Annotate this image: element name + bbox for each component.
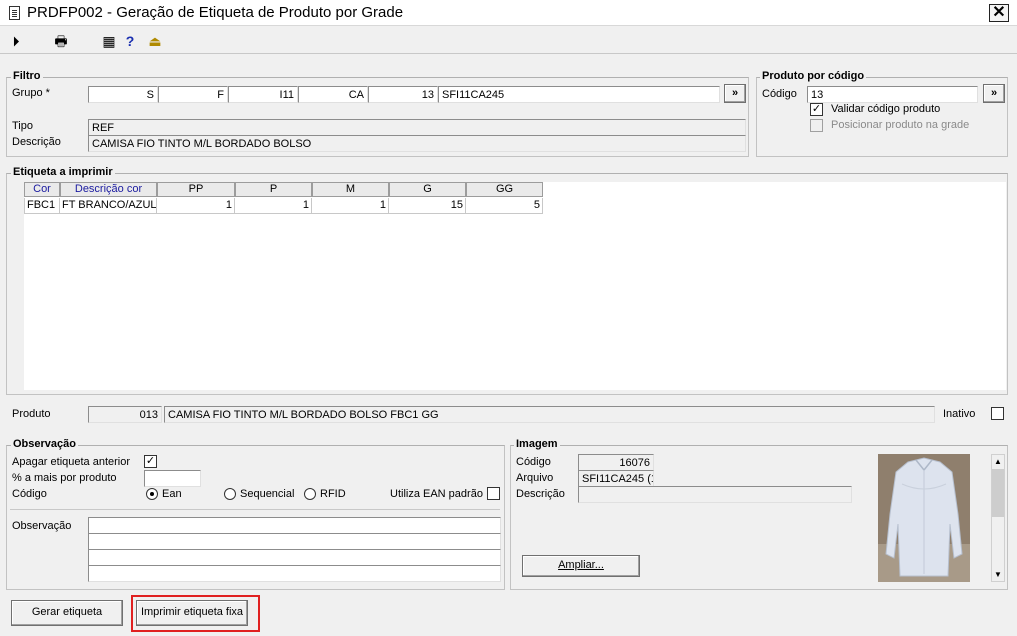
printer-icon[interactable]: 🖶 — [52, 32, 70, 50]
radio-ean-label: Ean — [162, 488, 182, 500]
codigo-lookup-button[interactable]: » — [983, 84, 1005, 103]
validar-checkbox[interactable]: ✓ — [810, 103, 823, 116]
grid-cell-descricao-cor[interactable]: FT BRANCO/AZUL — [60, 198, 157, 214]
exit-icon[interactable]: ⏵ — [7, 32, 25, 50]
produto-description-field: CAMISA FIO TINTO M/L BORDADO BOLSO FBC1 … — [164, 406, 935, 423]
scroll-up-icon[interactable]: ▲ — [992, 455, 1004, 468]
codigo-type-label: Código — [12, 488, 47, 500]
inativo-label: Inativo — [943, 408, 976, 420]
inativo-checkbox[interactable] — [991, 407, 1004, 420]
grid-header-descricao-cor[interactable]: Descrição cor — [60, 182, 157, 197]
posicionar-checkbox[interactable] — [810, 119, 823, 132]
grid-header-gg[interactable]: GG — [466, 182, 543, 197]
ean-padrao-label: Utiliza EAN padrão — [390, 488, 483, 500]
validar-label: Validar código produto — [831, 103, 941, 115]
product-image — [878, 454, 970, 582]
scroll-down-icon[interactable]: ▼ — [992, 568, 1004, 581]
radio-sequencial[interactable] — [224, 488, 236, 500]
shirt-illustration — [878, 454, 970, 582]
scroll-thumb[interactable] — [992, 469, 1004, 517]
img-descricao-field — [578, 486, 852, 503]
img-arquivo-label: Arquivo — [516, 472, 554, 484]
grid-header-p[interactable]: P — [235, 182, 312, 197]
img-descricao-label: Descrição — [516, 488, 565, 500]
grupo-field-2[interactable]: F — [158, 86, 228, 103]
obs-line-2[interactable] — [88, 533, 501, 550]
grid-header-m[interactable]: M — [312, 182, 389, 197]
window-title: PRDFP002 - Geração de Etiqueta de Produt… — [27, 4, 404, 21]
apagar-label: Apagar etiqueta anterior — [12, 456, 131, 468]
grupo-field-4[interactable]: CA — [298, 86, 368, 103]
observacao-title: Observação — [11, 438, 78, 450]
radio-rfid[interactable] — [304, 488, 316, 500]
descricao-label: Descrição — [12, 136, 61, 148]
filtro-title: Filtro — [11, 70, 43, 82]
grupo-field-3[interactable]: I11 — [228, 86, 298, 103]
ean-padrao-checkbox[interactable] — [487, 487, 500, 500]
grupo-field-1[interactable]: S — [88, 86, 158, 103]
grid-cell-g[interactable]: 15 — [389, 198, 466, 214]
ampliar-button[interactable]: Ampliar... — [522, 555, 640, 577]
descricao-field: CAMISA FIO TINTO M/L BORDADO BOLSO — [88, 135, 746, 152]
percent-input[interactable] — [144, 470, 201, 487]
grupo-lookup-button[interactable]: » — [724, 84, 746, 103]
grid-cell-m[interactable]: 1 — [312, 198, 389, 214]
grid-cell-pp[interactable]: 1 — [157, 198, 235, 214]
close-button[interactable]: ✕ — [989, 4, 1009, 22]
apagar-checkbox[interactable]: ✓ — [144, 455, 157, 468]
radio-ean[interactable] — [146, 488, 158, 500]
img-arquivo-field: SFI11CA245 (1) — [578, 470, 654, 487]
produto-label: Produto — [12, 408, 51, 420]
obs-label: Observação — [12, 520, 72, 532]
imprimir-etiqueta-fixa-button[interactable]: Imprimir etiqueta fixa — [136, 600, 248, 626]
grid-header-pp[interactable]: PP — [157, 182, 235, 197]
door-icon[interactable]: ⏏ — [146, 32, 164, 50]
tipo-field: REF — [88, 119, 746, 136]
grupo-field-6[interactable]: SFI11CA245 — [438, 86, 720, 103]
help-icon[interactable]: ? — [121, 32, 139, 50]
radio-sequencial-label: Sequencial — [240, 488, 295, 500]
obs-line-1[interactable] — [88, 517, 501, 534]
radio-rfid-label: RFID — [320, 488, 346, 500]
grupo-field-5[interactable]: 13 — [368, 86, 438, 103]
gerar-etiqueta-label: Gerar etiqueta — [31, 606, 103, 618]
posicionar-label: Posicionar produto na grade — [831, 119, 970, 131]
grid-header-cor[interactable]: Cor — [24, 182, 60, 197]
percent-label: % a mais por produto — [12, 472, 117, 484]
codigo-label: Código — [762, 88, 797, 100]
img-codigo-field: 16076 — [578, 454, 654, 471]
grid-cell-p[interactable]: 1 — [235, 198, 312, 214]
calendar-icon[interactable]: ▦ — [100, 32, 118, 50]
tipo-label: Tipo — [12, 120, 33, 132]
separator — [10, 509, 500, 510]
obs-line-3[interactable] — [88, 549, 501, 566]
gerar-etiqueta-button[interactable]: Gerar etiqueta — [11, 600, 123, 626]
grid-cell-gg[interactable]: 5 — [466, 198, 543, 214]
codigo-input[interactable]: 13 — [807, 86, 978, 103]
grid-cell-cor[interactable]: FBC1 — [24, 198, 60, 214]
img-codigo-label: Código — [516, 456, 551, 468]
etiqueta-title: Etiqueta a imprimir — [11, 166, 115, 178]
grupo-label: Grupo * — [12, 87, 50, 99]
produto-code-field: 013 — [88, 406, 162, 423]
ampliar-button-label: Ampliar... — [558, 559, 604, 571]
grid-header-g[interactable]: G — [389, 182, 466, 197]
produto-codigo-title: Produto por código — [760, 70, 867, 82]
imagem-title: Imagem — [514, 438, 560, 450]
document-icon — [9, 6, 20, 20]
imprimir-etiqueta-fixa-label: Imprimir etiqueta fixa — [140, 606, 244, 618]
obs-line-4[interactable] — [88, 565, 501, 582]
